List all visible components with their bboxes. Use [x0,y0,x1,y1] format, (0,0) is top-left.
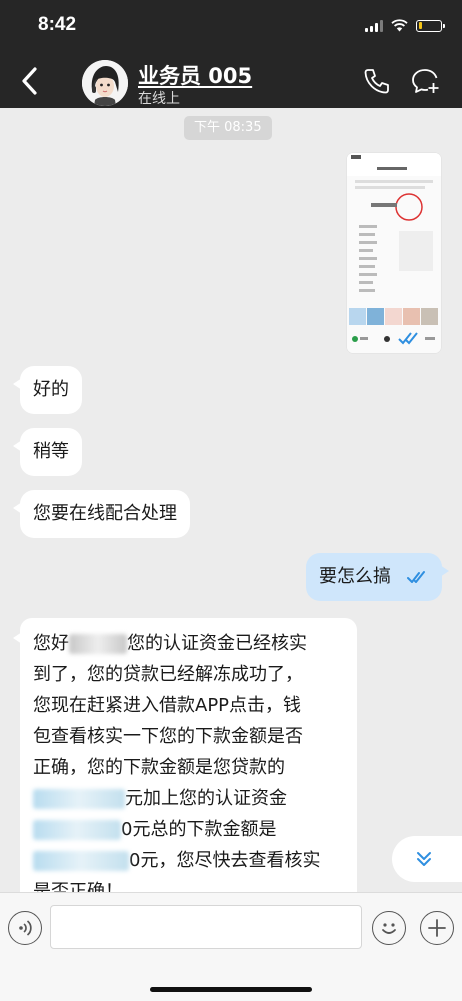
voice-icon [19,920,32,936]
message-line: 元加上您的认证资金 [33,783,345,814]
redacted-text [69,634,127,654]
message-text: 0元总的下款金额是 [121,819,277,840]
message-timestamp: 下午 08:35 [184,116,272,140]
long-message-bubble[interactable]: 您好 您的认证资金已经核实 到了，您的贷款已经解冻成功了， 您现在赶紧进入借款AP… [13,618,357,892]
message-text: 要怎么搞 [319,566,391,587]
double-check-icon [406,571,425,583]
message-text: 您要在线配合处理 [33,503,177,524]
message-bubble[interactable]: 您要在线配合处理 [13,490,190,538]
chat-area[interactable]: 下午 08:35 好的 稍等 您要在线配合处理 要怎么搞 您好 您的认证资金已经… [0,108,462,892]
message-text: 您好 [33,633,69,654]
home-indicator [150,987,312,992]
battery-level [418,22,422,29]
message-input[interactable] [50,905,362,949]
redacted-amount [33,789,125,809]
smiley-icon [382,923,396,934]
message-text: 元加上您的认证资金 [125,788,287,809]
contact-status: 在线上 [138,91,180,107]
redacted-amount [33,820,121,840]
status-time: 8:42 [38,14,77,35]
message-text: 您的认证资金已经核实 [127,633,307,654]
message-line: 您现在赶紧进入借款APP点击，钱 [33,695,302,716]
redacted-amount [33,851,129,871]
message-text: 0元，您尽快去查看核实 [129,850,321,871]
battery-icon [416,19,445,32]
emoji-button[interactable] [372,911,406,945]
message-line: 您好 您的认证资金已经核实 [33,628,345,659]
message-line: 正确，您的下款金额是您贷款的 [33,757,285,778]
scroll-to-bottom-button[interactable] [392,836,462,882]
message-text: 好的 [33,379,69,400]
avatar-icon [82,60,128,106]
message-line: 0元，您尽快去查看核实 [33,845,345,876]
message-bubble[interactable]: 好的 [13,366,82,414]
back-button[interactable] [16,64,44,98]
input-bar [0,892,462,1001]
voice-input-button[interactable] [8,911,42,945]
message-text: 稍等 [33,441,69,462]
screenshot-thumbnail [347,153,441,353]
new-message-button[interactable] [410,66,440,96]
message-line: 到了，您的贷款已经解冻成功了， [33,664,303,685]
phone-call-button[interactable] [362,66,392,96]
wifi-icon [391,19,408,32]
status-icons [365,19,445,32]
message-line: 0元总的下款金额是 [33,814,345,845]
more-options-button[interactable] [420,911,454,945]
signal-icon [365,19,383,32]
message-bubble[interactable]: 稍等 [13,428,82,476]
top-bar: 8:42 业务员 005 在线上 [0,0,462,108]
outgoing-message-bubble[interactable]: 要怎么搞 [306,553,449,601]
message-line: 是否正确！ [33,881,123,892]
plus-icon [428,919,446,937]
double-chevron-down-icon [417,852,431,866]
contact-avatar[interactable] [82,60,128,106]
contact-name[interactable]: 业务员 005 [138,60,252,90]
message-line: 包查看核实一下您的下款金额是否 [33,726,303,747]
image-message[interactable] [347,153,441,353]
